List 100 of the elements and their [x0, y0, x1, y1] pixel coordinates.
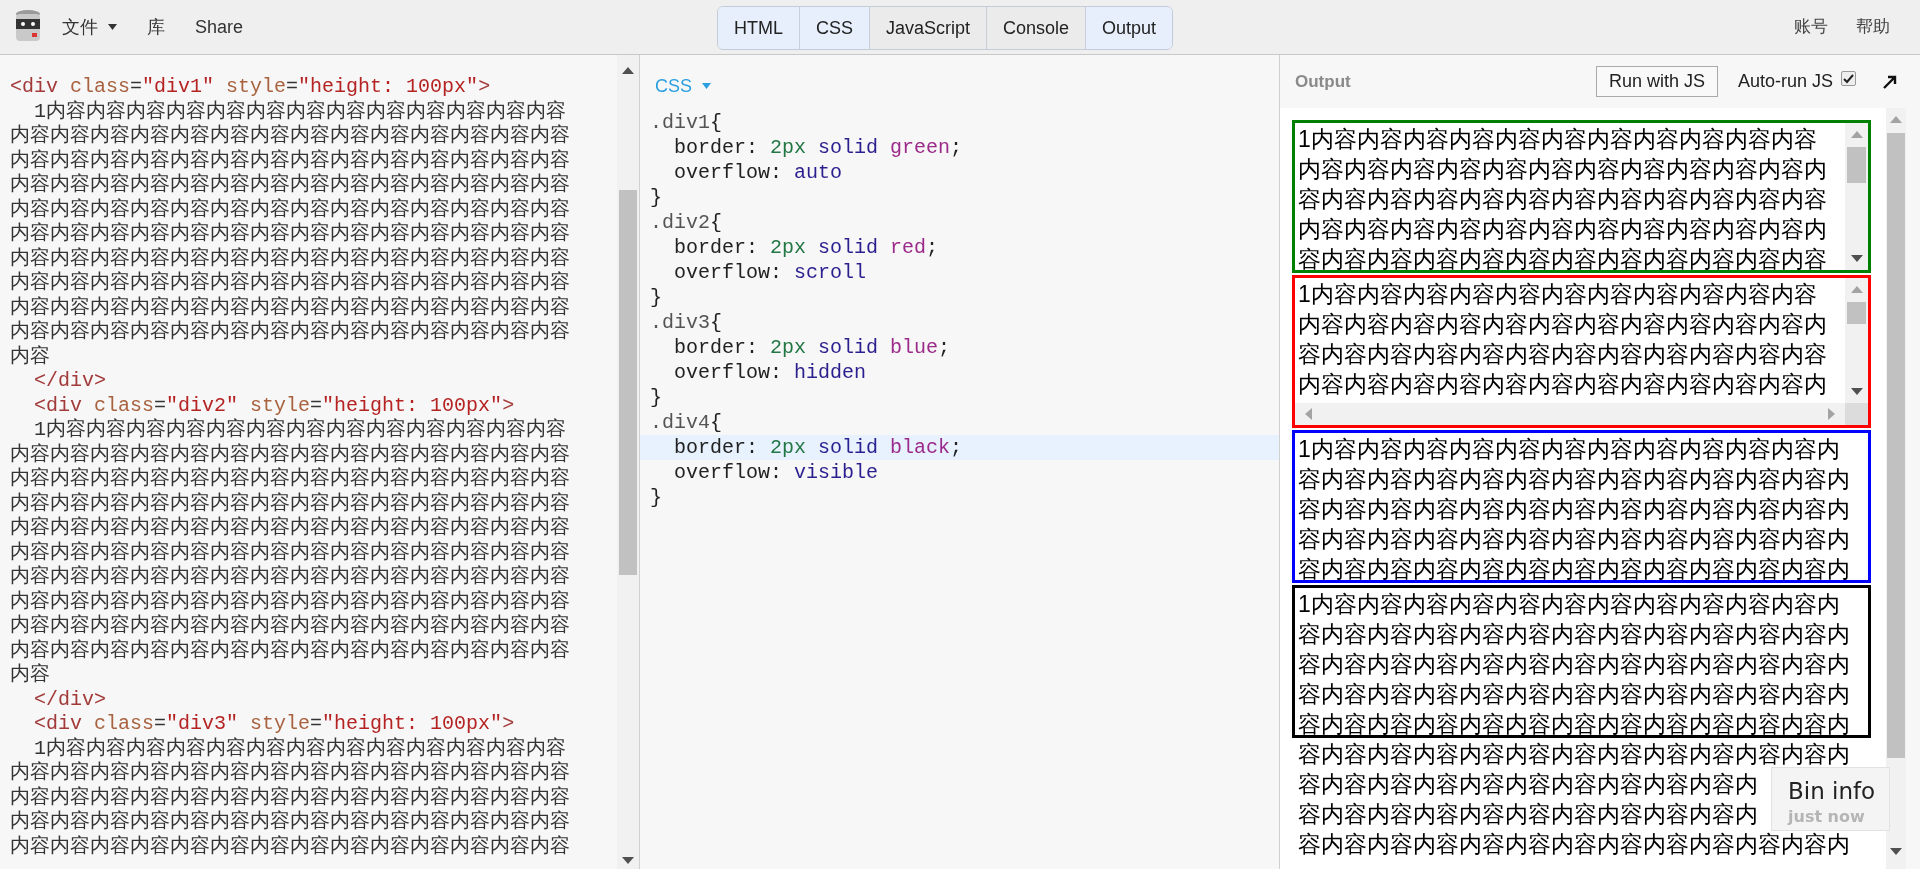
code-line: 内容内容内容内容内容内容内容内容内容内容内容内容内容内容	[10, 761, 570, 786]
text-line: 容内容内容内容内容内容内容内容内容内容内容内容内	[1298, 680, 1850, 709]
tab[interactable]: HTML	[717, 7, 799, 49]
scrollbar[interactable]	[1845, 123, 1868, 270]
code-line: .div3{	[649, 310, 724, 335]
text-line: 1内容内容内容内容内容内容内容内容内容内容内容	[1298, 125, 1817, 154]
code-line: 内容内容内容内容内容内容内容内容内容内容内容内容内容内容	[10, 246, 570, 271]
scrollbar-thumb[interactable]	[1887, 133, 1905, 758]
code-line: overflow: scroll	[673, 260, 868, 285]
tab[interactable]: JavaScript	[868, 7, 986, 49]
code-line: 内容内容内容内容内容内容内容内容内容内容内容内容内容内容	[10, 785, 570, 810]
text-line: 内容内容内容内容内容内容内容内容内容内容内容内	[1298, 310, 1827, 339]
run-button[interactable]: Run with JS	[1595, 66, 1718, 97]
caret-icon	[702, 83, 711, 89]
text-line: 1内容内容内容内容内容内容内容内容内容内容内容	[1298, 280, 1817, 309]
code-line: 内容内容内容内容内容内容内容内容内容内容内容内容内容内容	[10, 540, 570, 565]
menu-item[interactable]: 库	[147, 13, 165, 41]
code-line: <div class="div1" style="height: 100px">	[10, 75, 491, 100]
down-arrow-icon[interactable]	[1850, 255, 1863, 262]
nav-link[interactable]: 账号	[1794, 14, 1828, 40]
text-line: 1内容内容内容内容内容内容内容内容内容内容内容内	[1298, 435, 1840, 464]
code-line: border: 2px solid green;	[673, 135, 964, 160]
code-line: 内容内容内容内容内容内容内容内容内容内容内容内容内容内容	[10, 148, 570, 173]
scrollbar[interactable]	[1295, 403, 1845, 425]
info-popup[interactable]: Bin info just now	[1771, 767, 1890, 831]
checkbox-label: Auto-run JS	[1737, 70, 1833, 93]
code-line: 内容内容内容内容内容内容内容内容内容内容内容内容内容内容	[10, 320, 570, 345]
code-line: 内容内容内容内容内容内容内容内容内容内容内容内容内容内容	[10, 491, 570, 516]
code-line: }	[649, 185, 663, 210]
code-line: <div class="div2" style="height: 100px">	[33, 393, 515, 418]
code-line: 内容内容内容内容内容内容内容内容内容内容内容内容内容内容	[10, 516, 570, 541]
code-line: </div>	[33, 687, 106, 712]
code-line: 内容内容内容内容内容内容内容内容内容内容内容内容内容内容	[10, 222, 570, 247]
code-line: .div2{	[649, 210, 724, 235]
popup-title: Bin info	[1788, 777, 1877, 806]
timestamp: just now	[1788, 806, 1866, 828]
code-line: 内容内容内容内容内容内容内容内容内容内容内容内容内容内容	[10, 467, 570, 492]
expand-arrow-icon[interactable]	[1882, 73, 1898, 90]
text-line: 容内容内容内容内容内容内容内容内容内容内容内容内	[1298, 555, 1850, 580]
code-line: 内容内容内容内容内容内容内容内容内容内容内容内容内容内容	[10, 810, 570, 835]
code-line: 内容	[10, 663, 50, 688]
code-line: 1内容内容内容内容内容内容内容内容内容内容内容内容内容	[33, 99, 566, 124]
code-line: }	[649, 485, 663, 510]
caret-icon	[108, 24, 117, 30]
tab[interactable]: Output	[1085, 7, 1173, 49]
code-line: overflow: hidden	[673, 360, 868, 385]
menu-item[interactable]: Share	[195, 13, 244, 41]
text-line: 内容内容内容内容内容内容内容内容内容内容内容内	[1298, 370, 1827, 399]
down-arrow-icon[interactable]	[622, 857, 634, 864]
scrollbar[interactable]	[617, 55, 639, 869]
text-line: 容内容内容内容内容内容内容内容内容内容内容内容内	[1298, 525, 1850, 554]
text-line: 内容内容内容内容内容内容内容内容内容内容内容内	[1298, 215, 1827, 244]
scrollbar[interactable]	[1886, 108, 1906, 869]
text-line: 容内容内容内容内容内容内容内容内容内容内容内容内	[1298, 465, 1850, 494]
text-line: 容内容内容内容内容内容内容内容内容内容内容内容	[1298, 245, 1827, 270]
scrollbar-corner	[1845, 403, 1868, 425]
code-line: 内容内容内容内容内容内容内容内容内容内容内容内容内容内容	[10, 638, 570, 663]
code-line: }	[649, 385, 663, 410]
scrollbar-thumb[interactable]	[1847, 302, 1866, 324]
text-line: 容内容内容内容内容内容内容内容内容内容内	[1298, 770, 1758, 799]
menu-item[interactable]: 文件	[62, 13, 117, 41]
code-line: .div1{	[649, 110, 724, 135]
text-line: 1内容内容内容内容内容内容内容内容内容内容内容内	[1298, 590, 1840, 619]
down-arrow-icon[interactable]	[1850, 388, 1863, 395]
tab[interactable]: Console	[986, 7, 1086, 49]
code-line: 内容内容内容内容内容内容内容内容内容内容内容内容内容内容	[10, 614, 570, 639]
code-line: 内容内容内容内容内容内容内容内容内容内容内容内容内容内容	[10, 295, 570, 320]
code-line: 内容内容内容内容内容内容内容内容内容内容内容内容内容内容	[10, 589, 570, 614]
code-line: 内容	[10, 344, 50, 369]
code-line: </div>	[33, 369, 106, 394]
scrollbar[interactable]	[1845, 278, 1868, 403]
tab[interactable]: CSS	[798, 7, 869, 49]
code-line: <div class="div3" style="height: 100px">	[33, 712, 515, 737]
up-arrow-icon[interactable]	[622, 67, 634, 74]
text-line: 内容内容内容内容内容内容内容内容内容内容内容内	[1298, 155, 1827, 184]
code-line: 内容内容内容内容内容内容内容内容内容内容内容内容内容内容	[10, 197, 570, 222]
scrollbar-thumb[interactable]	[619, 190, 637, 575]
checkbox[interactable]	[1841, 71, 1856, 86]
code-line: border: 2px solid red;	[673, 235, 940, 260]
code-line: 1内容内容内容内容内容内容内容内容内容内容内容内容内容	[33, 418, 566, 443]
text-line: 容内容内容内容内容内容内容内容内容内容内容内容内	[1298, 650, 1850, 679]
text-line: 容内容内容内容内容内容内容内容内容内容内容内容内	[1298, 620, 1850, 649]
code-line: 1内容内容内容内容内容内容内容内容内容内容内容内容内容	[33, 736, 566, 761]
scrollbar-thumb[interactable]	[1847, 147, 1866, 183]
text-line: 容内容内容内容内容内容内容内容内容内容内	[1298, 800, 1758, 829]
down-arrow-icon[interactable]	[1890, 848, 1902, 855]
text-line: 容内容内容内容内容内容内容内容内容内容内容内容内	[1298, 740, 1850, 769]
code-line: border: 2px solid blue;	[673, 335, 952, 360]
left-arrow-icon[interactable]	[1305, 408, 1312, 420]
code-line: 内容内容内容内容内容内容内容内容内容内容内容内容内容内容	[10, 173, 570, 198]
code-line: 内容内容内容内容内容内容内容内容内容内容内容内容内容内容	[10, 442, 570, 467]
text-line: 容内容内容内容内容内容内容内容内容内容内容内容内	[1298, 710, 1850, 739]
code-line: 内容内容内容内容内容内容内容内容内容内容内容内容内容内容	[10, 834, 570, 859]
nav-link[interactable]: 帮助	[1856, 14, 1890, 40]
code-line: .div4{	[649, 410, 724, 435]
code-line: overflow: auto	[673, 160, 844, 185]
right-arrow-icon[interactable]	[1828, 408, 1835, 420]
text-line: 容内容内容内容内容内容内容内容内容内容内容内容内	[1298, 495, 1850, 524]
code-line: 内容内容内容内容内容内容内容内容内容内容内容内容内容内容	[10, 124, 570, 149]
code-line: 内容内容内容内容内容内容内容内容内容内容内容内容内容内容	[10, 271, 570, 296]
